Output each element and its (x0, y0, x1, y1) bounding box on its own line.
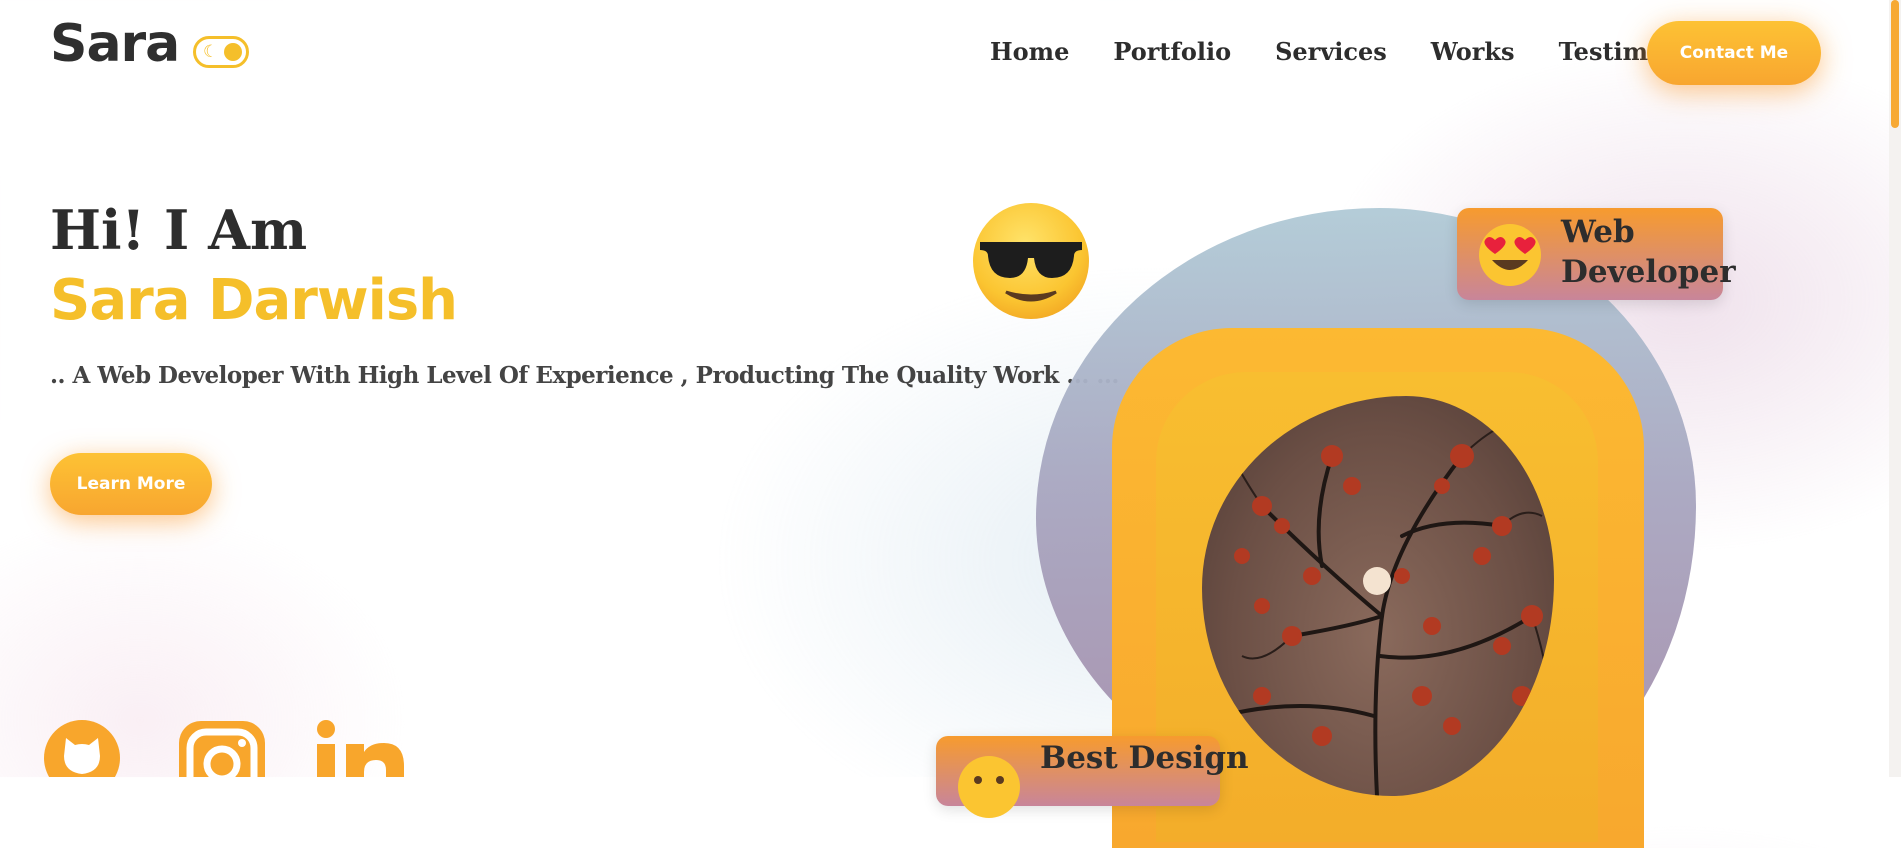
best-design-badge: Best Design (936, 736, 1249, 818)
github-icon[interactable] (42, 718, 122, 777)
nav-portfolio[interactable]: Portfolio (1113, 34, 1231, 70)
learn-more-button[interactable]: Learn More (50, 453, 212, 515)
nav-services[interactable]: Services (1275, 34, 1387, 70)
social-links (40, 718, 420, 777)
page-scrollbar[interactable] (1889, 0, 1901, 777)
smile-emoji-icon (958, 756, 1020, 818)
hero-name: Sara Darwish (50, 268, 458, 333)
best-design-label: Best Design (1040, 740, 1249, 776)
nav-works[interactable]: Works (1431, 34, 1515, 70)
nav-home[interactable]: Home (990, 34, 1069, 70)
hero-greeting: Hi! I Am (50, 198, 308, 262)
site-logo[interactable]: Sara (50, 14, 180, 74)
profile-photo (1202, 396, 1554, 796)
hero-tagline: .. A Web Developer With High Level Of Ex… (50, 362, 1119, 389)
web-developer-label: Web Developer (1561, 214, 1736, 290)
theme-toggle[interactable]: ☾ (193, 36, 249, 68)
heart-eyes-emoji-icon (1479, 224, 1541, 286)
moon-icon: ☾ (203, 42, 219, 61)
web-developer-badge: Web Developer (1457, 208, 1736, 300)
blossom-branches-image (1211, 425, 1548, 796)
scrollbar-thumb[interactable] (1891, 0, 1899, 128)
linkedin-icon[interactable] (312, 718, 412, 777)
sunglasses-emoji-icon (973, 203, 1089, 319)
contact-me-button[interactable]: Contact Me (1647, 21, 1821, 85)
toggle-knob (224, 43, 242, 61)
instagram-icon[interactable] (176, 718, 268, 777)
